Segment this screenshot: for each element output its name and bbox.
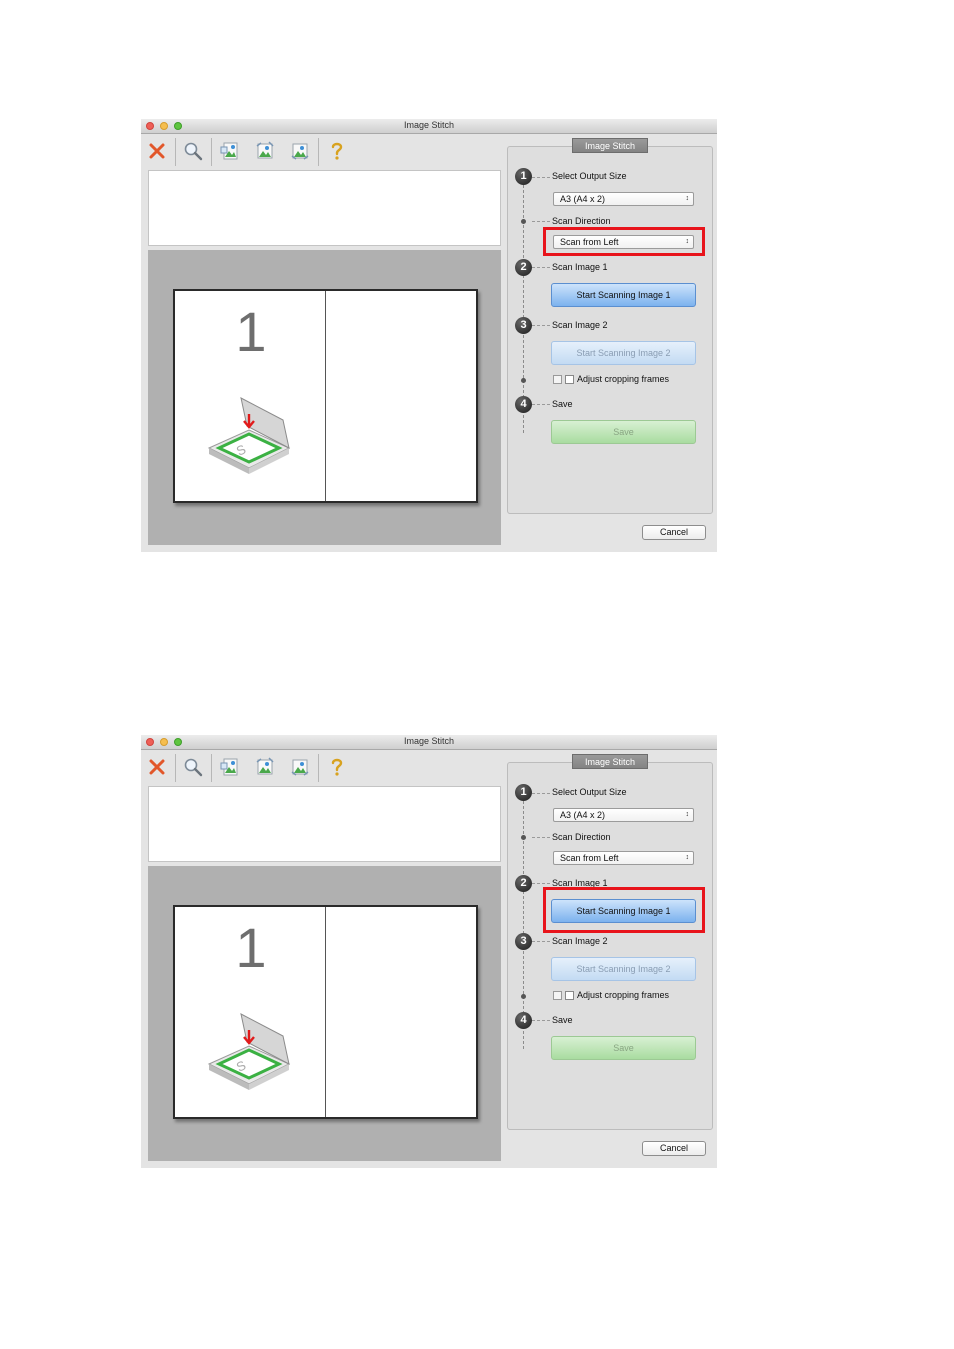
stitch-page-layout: 1 S: [173, 289, 478, 503]
scan-direction-select[interactable]: Scan from Left ↕: [553, 851, 694, 865]
steps-connector: [523, 791, 524, 1049]
adjust-cropping-checkbox[interactable]: [565, 991, 574, 1000]
help-icon[interactable]: [326, 140, 348, 162]
preview-area: 1 S: [148, 866, 501, 1161]
updown-arrow-icon: ↕: [685, 195, 690, 202]
output-size-select[interactable]: A3 (A4 x 2) ↕: [553, 808, 694, 822]
step-connector: [532, 325, 550, 326]
scan-direction-label: Scan Direction: [552, 832, 611, 842]
scan-image-2-label: Scan Image 2: [552, 320, 608, 330]
updown-arrow-icon: ↕: [685, 811, 690, 818]
help-icon[interactable]: [326, 756, 348, 778]
adjust-cropping-checkbox[interactable]: [565, 375, 574, 384]
stitch-page-layout: 1 S: [173, 905, 478, 1119]
image-stitch-panel: Image Stitch 1 Select Output Size A3 (A4…: [507, 138, 713, 514]
start-scanning-image-2-button[interactable]: Start Scanning Image 2: [551, 341, 696, 365]
step-connector: [532, 837, 550, 838]
checkbox-frame-icon: [553, 375, 562, 384]
image-stitch-window: Image Stitch 1 S Image Stitch 1 Select O…: [141, 735, 717, 1168]
image-stitch-window: Image Stitch 1 S Image Stitch 1 Select O…: [141, 119, 717, 552]
adjust-cropping-label: Adjust cropping frames: [577, 990, 670, 1000]
step-connector: [532, 267, 550, 268]
toolbar-divider: [211, 138, 212, 166]
close-x-icon[interactable]: [146, 140, 168, 162]
step-connector: [532, 177, 550, 178]
step-1-badge: 1: [515, 784, 532, 801]
panel-title: Image Stitch: [572, 754, 648, 769]
step-4-badge: 4: [515, 396, 532, 413]
image-icon[interactable]: [219, 756, 241, 778]
bullet-dot: [521, 378, 526, 383]
zoom-icon[interactable]: [182, 756, 204, 778]
thumbnail-area: [148, 786, 501, 862]
save-label: Save: [552, 1015, 573, 1025]
image-icon[interactable]: [219, 140, 241, 162]
adjust-cropping-label: Adjust cropping frames: [577, 374, 670, 384]
select-output-size-label: Select Output Size: [552, 787, 627, 797]
scanner-illustration-icon: S: [207, 1013, 291, 1090]
highlight-box: [543, 227, 705, 256]
toolbar: [141, 134, 501, 168]
zoom-icon[interactable]: [182, 140, 204, 162]
close-x-icon[interactable]: [146, 756, 168, 778]
scan-direction-label: Scan Direction: [552, 216, 611, 226]
save-button[interactable]: Save: [551, 420, 696, 444]
bullet-dot: [521, 219, 526, 224]
step-2-badge: 2: [515, 259, 532, 276]
title-bar: Image Stitch: [141, 735, 717, 750]
step-connector: [532, 221, 550, 222]
cancel-button[interactable]: Cancel: [642, 1141, 706, 1156]
bullet-dot: [521, 835, 526, 840]
image-icon[interactable]: [254, 140, 276, 162]
toolbar-divider: [318, 138, 319, 166]
updown-arrow-icon: ↕: [685, 854, 690, 861]
preview-area: 1 S: [148, 250, 501, 545]
toolbar-divider: [175, 138, 176, 166]
toolbar: [141, 750, 501, 784]
panel-title: Image Stitch: [572, 138, 648, 153]
start-scanning-image-1-button[interactable]: Start Scanning Image 1: [551, 283, 696, 307]
output-size-select[interactable]: A3 (A4 x 2) ↕: [553, 192, 694, 206]
image-icon[interactable]: [289, 140, 311, 162]
scan-image-2-label: Scan Image 2: [552, 936, 608, 946]
image-stitch-panel: Image Stitch 1 Select Output Size A3 (A4…: [507, 754, 713, 1130]
highlight-box: [543, 887, 705, 933]
image-icon[interactable]: [289, 756, 311, 778]
cancel-button[interactable]: Cancel: [642, 525, 706, 540]
save-button[interactable]: Save: [551, 1036, 696, 1060]
start-scanning-image-2-button[interactable]: Start Scanning Image 2: [551, 957, 696, 981]
output-size-value: A3 (A4 x 2): [560, 810, 606, 820]
step-2-badge: 2: [515, 875, 532, 892]
scanner-illustration-icon: S: [207, 397, 291, 474]
page-number: 1: [235, 916, 267, 979]
step-connector: [532, 1020, 550, 1021]
title-bar: Image Stitch: [141, 119, 717, 134]
save-label: Save: [552, 399, 573, 409]
step-4-badge: 4: [515, 1012, 532, 1029]
scan-image-1-label: Scan Image 1: [552, 262, 608, 272]
step-connector: [532, 793, 550, 794]
toolbar-divider: [175, 754, 176, 782]
thumbnail-area: [148, 170, 501, 246]
steps-connector: [523, 175, 524, 433]
select-output-size-label: Select Output Size: [552, 171, 627, 181]
page-divider: [325, 907, 326, 1117]
step-connector: [532, 941, 550, 942]
toolbar-divider: [318, 754, 319, 782]
window-title: Image Stitch: [403, 120, 455, 130]
step-3-badge: 3: [515, 317, 532, 334]
output-size-value: A3 (A4 x 2): [560, 194, 606, 204]
window-title: Image Stitch: [403, 736, 455, 746]
bullet-dot: [521, 994, 526, 999]
step-connector: [532, 883, 550, 884]
scan-direction-value: Scan from Left: [560, 853, 619, 863]
page-number: 1: [235, 300, 267, 363]
step-3-badge: 3: [515, 933, 532, 950]
step-connector: [532, 404, 550, 405]
toolbar-divider: [211, 754, 212, 782]
step-1-badge: 1: [515, 168, 532, 185]
page-divider: [325, 291, 326, 501]
checkbox-frame-icon: [553, 991, 562, 1000]
image-icon[interactable]: [254, 756, 276, 778]
